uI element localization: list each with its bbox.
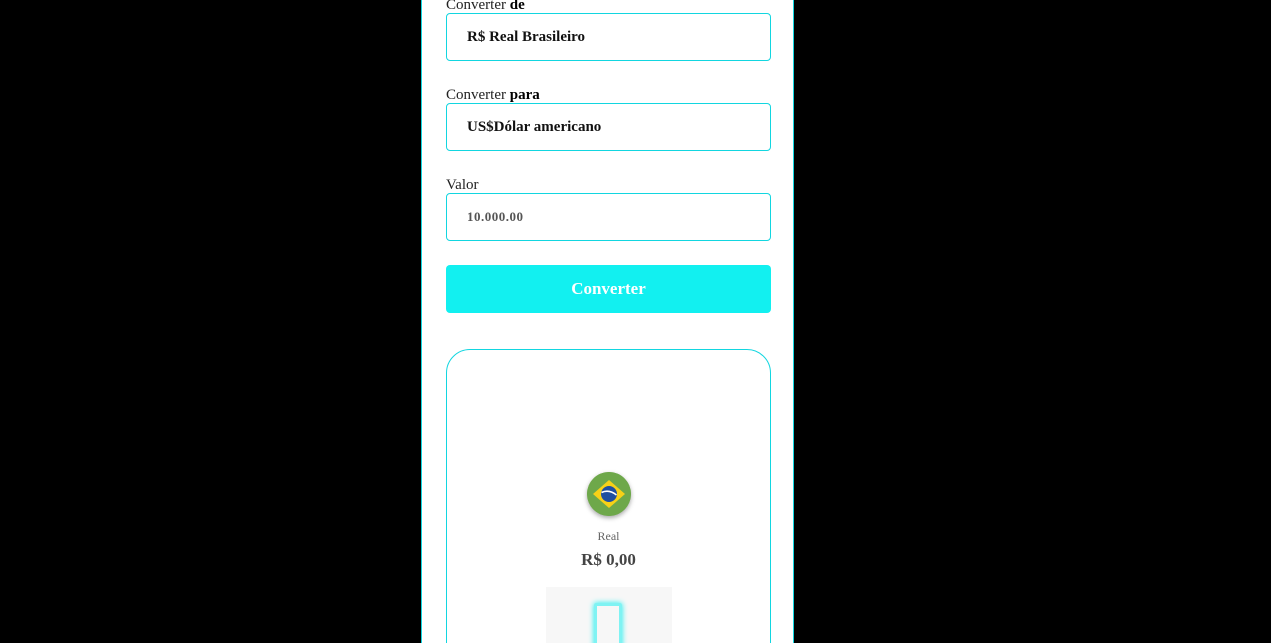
to-currency-value: US$Dólar americano (467, 118, 602, 135)
arrow-placeholder-icon (594, 603, 622, 643)
convert-button[interactable]: Converter (446, 265, 771, 313)
amount-label: Valor (446, 177, 479, 193)
from-currency-value: R$ Real Brasileiro (467, 28, 586, 45)
from-currency-select[interactable]: R$ Real Brasileiro (446, 13, 771, 61)
from-label: Converter de (446, 0, 525, 13)
arrow-container (546, 587, 672, 643)
amount-input[interactable]: 10.000.00 (446, 193, 771, 241)
to-currency-select[interactable]: US$Dólar americano (446, 103, 771, 151)
result-card: Real R$ 0,00 (446, 349, 771, 643)
amount-placeholder: 10.000.00 (467, 209, 524, 224)
to-label: Converter para (446, 87, 540, 103)
currency-name: Real (597, 529, 620, 543)
converter-panel: Converter de R$ Real Brasileiro Converte… (421, 0, 794, 643)
currency-value: R$ 0,00 (581, 550, 636, 569)
brazil-flag-icon (587, 472, 631, 516)
